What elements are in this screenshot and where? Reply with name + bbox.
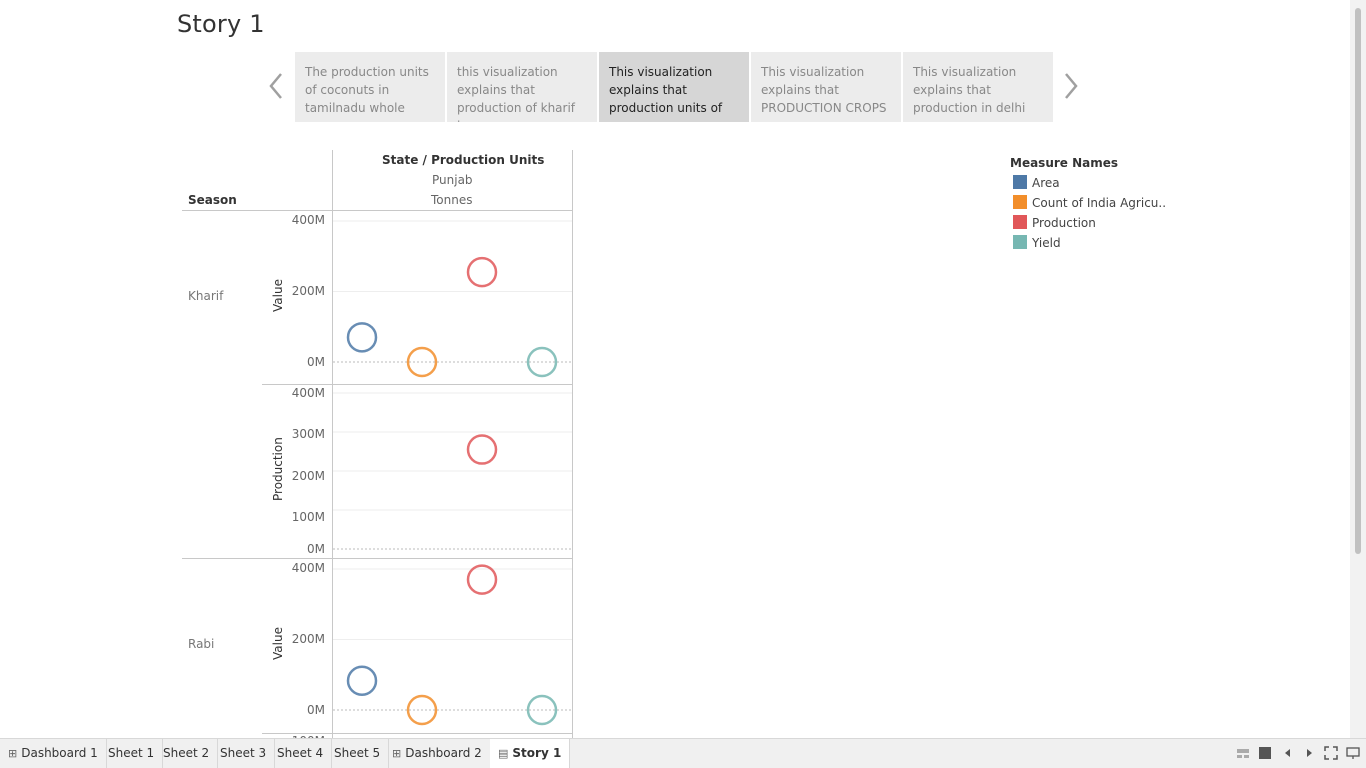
axis-tick: 0M	[307, 703, 325, 717]
previous-sheet-icon[interactable]	[1281, 746, 1295, 760]
tab-sheet-4[interactable]: Sheet 4	[269, 739, 333, 768]
story-point-text: This visualization explains that product…	[913, 65, 1026, 115]
tab-label: Dashboard 1	[21, 746, 98, 760]
pane-right-border	[572, 150, 573, 738]
legend-item-production[interactable]: Production	[1013, 215, 1096, 231]
story-point-5[interactable]: This visualization explains that product…	[903, 52, 1053, 122]
story-title: Story 1	[177, 10, 265, 38]
story-point-4[interactable]: This visualization explains that PRODUCT…	[751, 52, 901, 122]
axis-tick: 0M	[307, 355, 325, 369]
story-point-text: this visualization explains that product…	[457, 65, 576, 122]
filmstrip-view-icon[interactable]	[1236, 746, 1250, 760]
chevron-right-icon	[1065, 73, 1078, 99]
axis-tick: 0M	[307, 542, 325, 556]
row-header: Season	[188, 193, 237, 207]
axis-tick: 100M	[291, 510, 325, 524]
data-point-count-of-india-agricu[interactable]	[406, 346, 438, 378]
scrollbar-thumb[interactable]	[1355, 8, 1361, 554]
legend-item-count[interactable]: Count of India Agricu..	[1013, 195, 1166, 211]
data-point-production[interactable]	[466, 434, 498, 465]
axis-tick: 400M	[291, 561, 325, 575]
data-point-area[interactable]	[346, 665, 378, 696]
next-sheet-icon[interactable]	[1302, 746, 1316, 760]
season-label-rabi: Rabi	[188, 637, 215, 651]
dashboard-icon: ⊞	[392, 747, 402, 760]
season-label-kharif: Kharif	[188, 289, 224, 303]
legend-swatch	[1013, 175, 1027, 189]
tab-label: Sheet 5	[334, 746, 381, 760]
legend-swatch	[1013, 195, 1027, 209]
tab-sheet-2[interactable]: Sheet 2	[155, 739, 219, 768]
data-point-production[interactable]	[466, 256, 498, 288]
tab-sheet-3[interactable]: Sheet 3	[212, 739, 276, 768]
single-view-icon[interactable]	[1258, 746, 1272, 760]
previous-story-point-button[interactable]	[265, 68, 289, 104]
data-point-yield[interactable]	[526, 346, 558, 378]
legend-label: Production	[1032, 216, 1096, 230]
state-header: Punjab	[432, 173, 473, 187]
next-story-point-button[interactable]	[1058, 68, 1082, 104]
axis-tick: 300M	[291, 427, 325, 441]
axis-divider	[332, 210, 333, 738]
tab-dashboard-2[interactable]: ⊞ Dashboard 2	[384, 739, 491, 768]
story-point-1[interactable]: The production units of coconuts in tami…	[295, 52, 445, 122]
tab-label: Sheet 3	[220, 746, 267, 760]
tab-label: Sheet 2	[163, 746, 210, 760]
presentation-mode-icon[interactable]	[1346, 746, 1360, 760]
legend-label: Area	[1032, 176, 1060, 190]
tab-sheet-5[interactable]: Sheet 5	[326, 739, 390, 768]
legend-title: Measure Names	[1010, 156, 1119, 170]
story-icon: ▤	[498, 747, 509, 760]
legend-label: Yield	[1032, 236, 1061, 250]
tab-label: Sheet 4	[277, 746, 324, 760]
tab-label: Sheet 1	[108, 746, 155, 760]
legend-item-yield[interactable]: Yield	[1013, 235, 1061, 251]
axis-tick: 200M	[291, 632, 325, 646]
column-header: State / Production Units	[382, 153, 545, 167]
fullscreen-icon[interactable]	[1324, 746, 1338, 760]
story-point-text: This visualization explains that PRODUCT…	[761, 65, 887, 115]
legend-swatch	[1013, 215, 1027, 229]
header-divider	[332, 150, 333, 210]
axis-tick: 200M	[291, 284, 325, 298]
axis-tick: 400M	[291, 386, 325, 400]
data-point-area[interactable]	[346, 322, 378, 353]
story-point-text: The production units of coconuts in tami…	[305, 65, 429, 115]
data-point-count-of-india-agricu[interactable]	[406, 694, 438, 726]
legend-item-area[interactable]: Area	[1013, 175, 1060, 191]
legend-swatch	[1013, 235, 1027, 249]
data-point-yield[interactable]	[526, 694, 558, 726]
header-bottom-rule	[182, 210, 572, 211]
chevron-left-icon	[269, 73, 282, 99]
tab-label: Story 1	[512, 746, 562, 760]
tab-story-1[interactable]: ▤ Story 1	[490, 739, 571, 768]
dashboard-icon: ⊞	[8, 747, 18, 760]
story-point-3[interactable]: This visualization explains that product…	[599, 52, 749, 122]
tab-sheet-1[interactable]: Sheet 1	[100, 739, 164, 768]
season-separator	[182, 558, 572, 559]
tab-dashboard-1[interactable]: ⊞ Dashboard 1	[0, 739, 107, 768]
sheet-tab-bar: ⊞ Dashboard 1 Sheet 1 Sheet 2 Sheet 3 She…	[0, 738, 1366, 768]
story-point-2[interactable]: this visualization explains that product…	[447, 52, 597, 122]
axis-tick: 200M	[291, 469, 325, 483]
tab-label: Dashboard 2	[405, 746, 482, 760]
legend-label: Count of India Agricu..	[1032, 196, 1167, 210]
pane-separator	[262, 384, 572, 385]
axis-tick: 400M	[291, 213, 325, 227]
data-point-production[interactable]	[466, 564, 498, 595]
units-header: Tonnes	[431, 193, 473, 207]
story-point-text: This visualization explains that product…	[609, 65, 723, 115]
